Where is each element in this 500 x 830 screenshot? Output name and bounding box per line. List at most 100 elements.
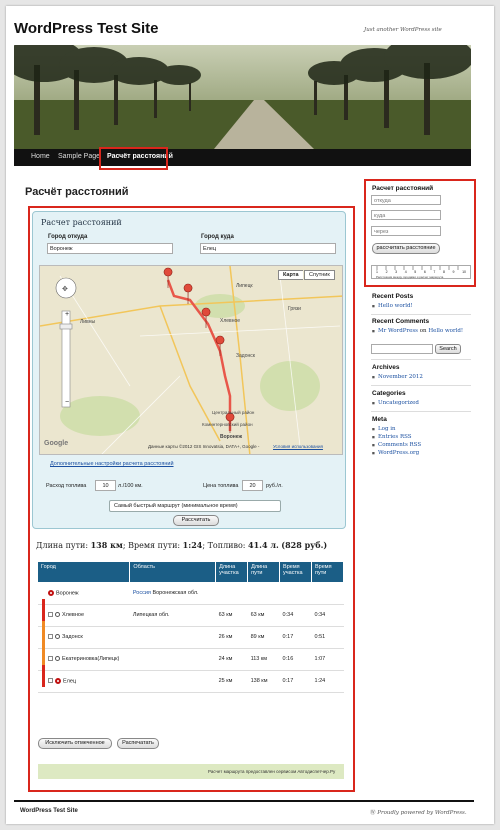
exclude-checkbox[interactable] xyxy=(48,678,53,684)
footer-credit-text: Proudly powered by WordPress. xyxy=(377,810,467,816)
sidebar-to-input[interactable]: куда xyxy=(371,210,441,220)
fuel-price-label: Цена топлива xyxy=(203,483,239,489)
map-place-label: Хлевное xyxy=(220,318,241,324)
region-name xyxy=(129,626,216,649)
route-type-select[interactable]: Самый быстрый маршрут (минимальное время… xyxy=(109,500,281,512)
seg-time xyxy=(279,582,312,605)
recent-post-link[interactable]: Hello world! xyxy=(372,303,413,309)
fuel-consumption-unit: л./100 км. xyxy=(118,483,143,489)
categories-title: Categories xyxy=(372,390,406,397)
map-terms-link[interactable]: Условия использования xyxy=(273,444,323,449)
map-place-label: Липецк xyxy=(236,283,253,289)
col-seg-time: Время участка xyxy=(279,562,313,582)
meta-link-comments-rss[interactable]: Comments RSS xyxy=(372,442,421,448)
end-marker-icon xyxy=(55,677,61,684)
path-length: 89 км xyxy=(247,626,280,649)
city-name: Екатериновка(Липецк) xyxy=(62,656,120,662)
advanced-settings-link[interactable]: Дополнительные настройки расчета расстоя… xyxy=(50,461,174,467)
time-label: Время пути: xyxy=(128,541,181,550)
seg-length: 25 км xyxy=(215,670,248,693)
site-title[interactable]: WordPress Test Site xyxy=(14,20,159,37)
col-path-length: Длина пути xyxy=(247,562,281,582)
table-row: Елец 25 км 138 км 0:17 1:24 xyxy=(38,664,344,693)
path-time: 0:34 xyxy=(311,604,344,627)
route-credit: Расчет маршрута предоставлен сервисом Ав… xyxy=(208,769,336,774)
ruler-num: 10 xyxy=(462,270,466,274)
footer-site-title[interactable]: WordPress Test Site xyxy=(20,808,78,814)
ruler-caption[interactable]: Расстояния между городами и расчет маршр… xyxy=(376,275,443,279)
path-time xyxy=(311,582,344,605)
comment-on: on xyxy=(419,328,427,334)
comment-author-link[interactable]: Mr WordPress xyxy=(378,328,418,334)
ruler-num: 8 xyxy=(442,270,445,274)
meta-link-entries-rss[interactable]: Entries RSS xyxy=(372,434,411,440)
ruler-num: 9 xyxy=(452,270,455,274)
exclude-checkbox[interactable] xyxy=(48,656,53,662)
fuel-value: 41.4 л. xyxy=(248,540,279,550)
search-input[interactable] xyxy=(371,344,433,354)
seg-time: 0:17 xyxy=(279,670,312,693)
comment-post-link[interactable]: Hello world! xyxy=(428,328,463,334)
exclude-checkbox[interactable] xyxy=(48,634,53,640)
search-button[interactable]: Search xyxy=(435,344,461,354)
sidebar-via-input[interactable]: через xyxy=(371,226,441,236)
pan-control-icon[interactable]: ✥ xyxy=(62,285,68,293)
route-summary: Длина пути: 138 км; Время пути: 1:24; То… xyxy=(36,540,328,550)
meta-link-login[interactable]: Log in xyxy=(372,426,395,432)
zoom-in-icon[interactable]: + xyxy=(65,311,69,318)
sidebar-widget-title: Расчет расстояний xyxy=(372,185,434,192)
map-place-label: Ливны xyxy=(80,319,96,325)
table-row: Хлевное Липецкая обл. 63 км 63 км 0:34 0… xyxy=(38,598,344,627)
region-name xyxy=(129,670,216,693)
print-button[interactable]: Распечатать xyxy=(117,738,159,749)
map-place-label: Грязи xyxy=(288,306,301,312)
table-row: Воронеж Россия Воронежская обл. xyxy=(38,582,344,605)
ruler-num: 6 xyxy=(423,270,426,274)
sidebar-calc-button[interactable]: рассчитать расстояние xyxy=(372,243,440,254)
category-link[interactable]: Uncategorized xyxy=(372,400,419,406)
exclude-checkbox[interactable] xyxy=(48,612,53,618)
segment-bar xyxy=(42,642,45,665)
fuel-price-input[interactable]: 20 xyxy=(242,480,263,491)
calculate-button[interactable]: Рассчитать xyxy=(173,515,219,526)
nav-home[interactable]: Home xyxy=(31,153,50,160)
map-type-satellite[interactable]: Спутник xyxy=(304,270,335,280)
divider xyxy=(371,411,471,412)
city-name: Воронеж xyxy=(56,589,79,596)
map-type-map[interactable]: Карта xyxy=(278,270,303,280)
to-input[interactable]: Елец xyxy=(200,243,336,254)
path-time: 1:24 xyxy=(311,670,344,693)
segment-bar xyxy=(42,664,45,687)
ruler-num: 5 xyxy=(414,270,417,274)
fuel-consumption-input[interactable]: 10 xyxy=(95,480,116,491)
route-map[interactable]: Карта Спутник ✥ + − Липецк Грязи Хлевное… xyxy=(39,265,343,455)
seg-length: 26 км xyxy=(215,626,248,649)
country-link[interactable]: Россия xyxy=(133,590,151,596)
footer-credit[interactable]: Ⓦ Proudly powered by WordPress. xyxy=(370,808,467,816)
seg-time: 0:17 xyxy=(279,626,312,649)
map-place-label: Воронеж xyxy=(220,434,243,440)
archives-title: Archives xyxy=(372,364,400,371)
archive-link[interactable]: November 2012 xyxy=(372,374,423,380)
meta-title: Meta xyxy=(372,416,387,423)
table-row: Задонск 26 км 89 км 0:17 0:51 xyxy=(38,620,344,649)
region-name: Воронежская обл. xyxy=(152,589,199,596)
seg-time: 0:34 xyxy=(279,604,312,627)
zoom-out-icon[interactable]: − xyxy=(65,399,69,406)
fuel-consumption-label: Расход топлива xyxy=(46,483,87,489)
exclude-selected-button[interactable]: Исключить отмеченное xyxy=(38,738,112,749)
path-length: 138 км xyxy=(247,670,280,693)
sidebar-from-input[interactable]: откуда xyxy=(371,195,441,205)
ruler-num: 2 xyxy=(385,270,388,274)
length-value: 138 км xyxy=(90,540,123,550)
nav-sample-page[interactable]: Sample Page xyxy=(58,153,100,160)
city-name: Задонск xyxy=(62,634,83,640)
path-time: 1:07 xyxy=(311,648,344,671)
seg-length: 24 км xyxy=(215,648,248,671)
from-input[interactable]: Воронеж xyxy=(47,243,173,254)
ruler-num: 7 xyxy=(433,270,436,274)
meta-link-wordpress-org[interactable]: WordPress.org xyxy=(372,450,419,456)
cost-value: (828 руб.) xyxy=(281,540,328,550)
waypoint-icon xyxy=(55,612,60,618)
recent-posts-title: Recent Posts xyxy=(372,293,414,300)
